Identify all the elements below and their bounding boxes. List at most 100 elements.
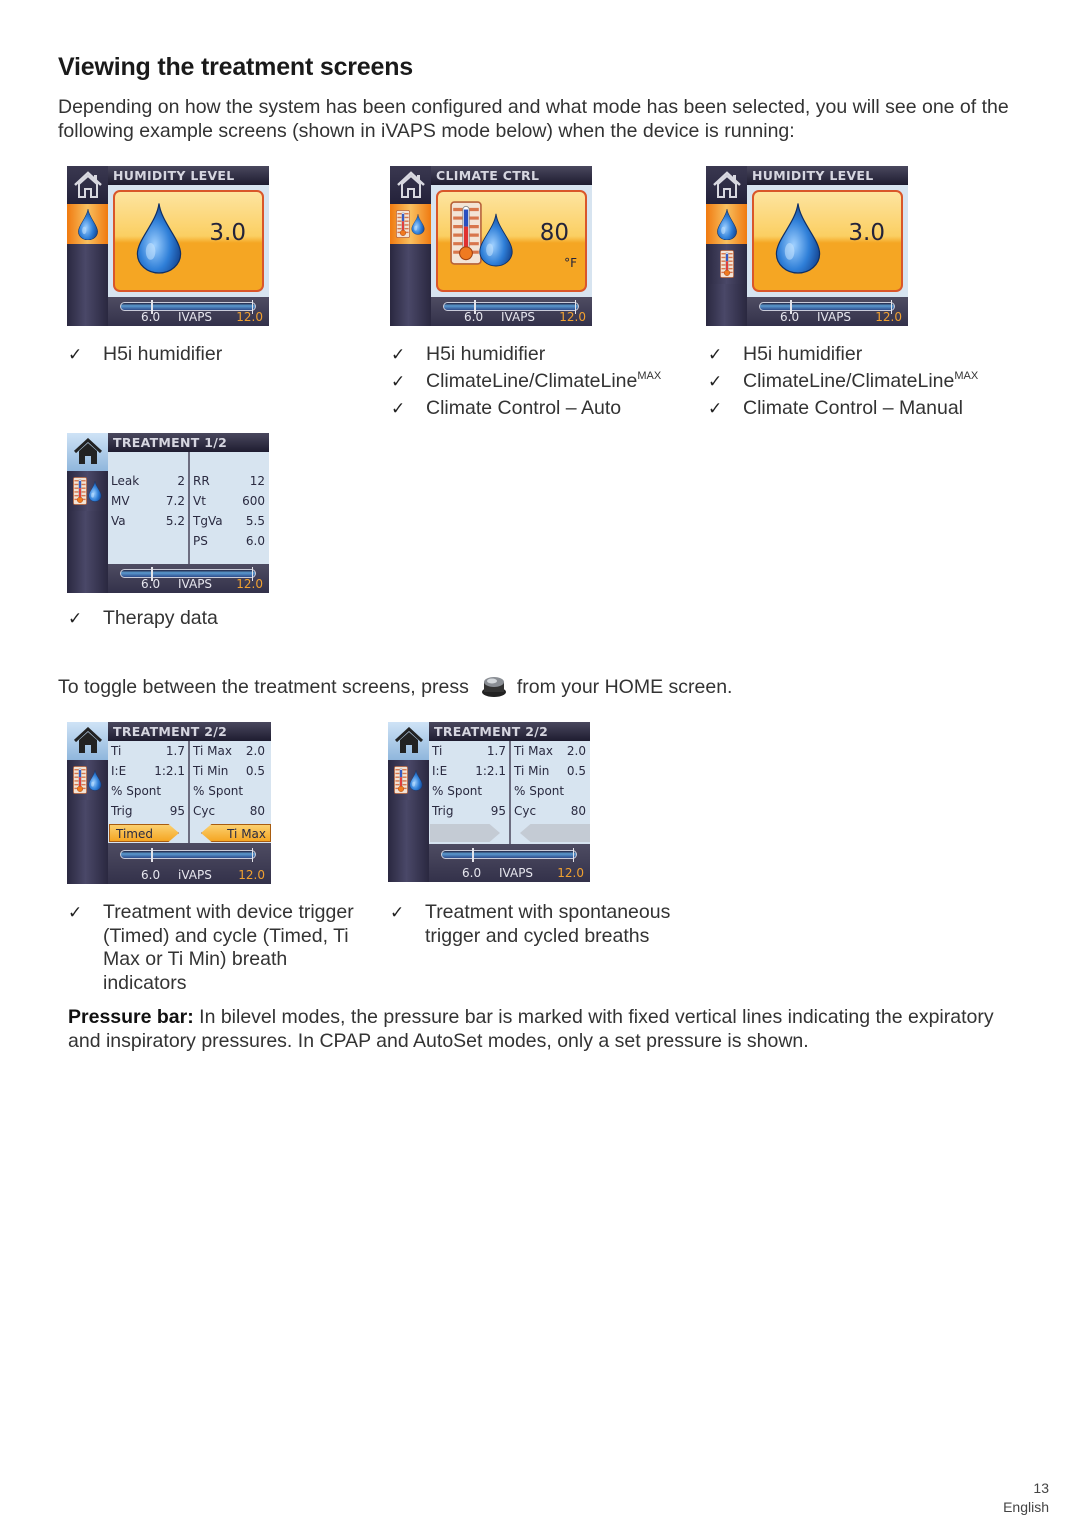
home-icon <box>73 171 103 199</box>
humidity-tab[interactable] <box>67 204 108 244</box>
humidity-tab[interactable] <box>706 204 747 244</box>
treatment-2-spontaneous-screen: TREATMENT 2/2 Ti 1.7 I:E 1:2.1 % Spont Tri… <box>388 722 590 882</box>
climate-tab[interactable] <box>67 471 108 511</box>
temperature-value: 80 <box>539 220 569 246</box>
pressure-high: 12.0 <box>238 868 265 882</box>
thermometer-icon <box>73 476 87 506</box>
treatment-2-timed-screen: TREATMENT 2/2 Ti 1.7 I:E 1:2.1 % Spont Tri… <box>67 722 271 884</box>
mode-label: iVAPS <box>178 868 212 882</box>
humidity-value: 3.0 <box>209 220 246 246</box>
caption-item: ✓ H5i humidifier <box>66 341 222 368</box>
screen-header: HUMIDITY LEVEL <box>108 166 269 185</box>
pressure-footer: 6.0 IVAPS 12.0 <box>108 297 269 326</box>
toggle-instruction: To toggle between the treatment screens,… <box>58 675 733 698</box>
climate-tab[interactable] <box>388 760 429 800</box>
mode-label: IVAPS <box>178 310 213 324</box>
screen-panel: 80 °F <box>431 185 592 297</box>
home-button[interactable] <box>67 722 108 760</box>
data-row: Trig 95 <box>432 804 506 818</box>
data-row: Vt 600 <box>193 494 265 508</box>
pressure-low: 6.0 <box>141 577 161 591</box>
pressure-high: 12.0 <box>875 310 902 324</box>
humidity-level-screen: HUMIDITY LEVEL 3.0 6.0 IVAPS 12.0 <box>67 166 269 326</box>
climate-ctrl-screen: CLIMATE CTRL 80 °F 6.0 IVAPS 12.0 <box>390 166 592 326</box>
intro-paragraph: Depending on how the system has been con… <box>58 96 1009 142</box>
check-icon: ✓ <box>708 345 723 364</box>
home-button[interactable] <box>67 433 108 471</box>
trigger-indicator: Timed <box>109 824 179 842</box>
screen-panel: 3.0 <box>747 185 908 297</box>
water-drop-icon <box>411 213 425 235</box>
data-row: % Spont <box>514 784 565 798</box>
climate-tile[interactable]: 80 °F <box>436 190 587 292</box>
check-icon: ✓ <box>391 345 406 364</box>
climate-tab[interactable] <box>67 760 108 800</box>
page-title: Viewing the treatment screens <box>58 53 413 81</box>
data-row: Cyc 80 <box>514 804 586 818</box>
pressure-low: 6.0 <box>141 310 161 324</box>
check-icon: ✓ <box>391 372 406 391</box>
water-drop-icon <box>88 480 102 502</box>
check-icon: ✓ <box>68 903 83 922</box>
pressure-bar <box>120 848 256 862</box>
climate-tab[interactable] <box>390 204 431 244</box>
check-icon: ✓ <box>708 372 723 391</box>
thermometer-icon <box>720 249 734 279</box>
temperature-unit: °F <box>564 256 577 270</box>
caption-list-1: ✓ H5i humidifier <box>66 341 222 368</box>
pressure-footer: 6.0 iVAPS 12.0 <box>108 843 271 884</box>
check-icon: ✓ <box>391 399 406 418</box>
data-row: Va 5.2 <box>111 514 185 528</box>
home-button[interactable] <box>388 722 429 760</box>
caption-item: ✓ Therapy data <box>66 605 218 632</box>
pressure-low: 6.0 <box>780 310 800 324</box>
caption-list-3: ✓ H5i humidifier ✓ ClimateLine/ClimateLine… <box>706 341 978 422</box>
caption-list-therapy: ✓ Therapy data <box>66 605 218 632</box>
pressure-high: 12.0 <box>559 310 586 324</box>
caption-item: ✓ Treatment with spontaneous trigger and … <box>390 901 671 947</box>
water-drop-icon <box>135 200 183 274</box>
check-icon: ✓ <box>68 609 83 628</box>
mode-label: IVAPS <box>501 310 536 324</box>
note-text: In bilevel modes, the pressure bar is ma… <box>68 1006 994 1052</box>
climate-tab[interactable] <box>706 244 747 284</box>
pressure-footer: 6.0 IVAPS 12.0 <box>747 297 908 326</box>
thermometer-icon <box>396 209 410 239</box>
home-icon <box>712 171 742 199</box>
page-footer: 13 English <box>1003 1479 1049 1517</box>
home-button[interactable] <box>67 166 108 204</box>
caption-item: ✓ Climate Control – Auto <box>389 395 661 422</box>
home-button[interactable] <box>706 166 747 204</box>
home-button[interactable] <box>390 166 431 204</box>
screen-header: HUMIDITY LEVEL <box>747 166 908 185</box>
pressure-low: 6.0 <box>141 868 161 882</box>
note-label: Pressure bar: <box>68 1006 194 1028</box>
home-icon <box>394 727 424 755</box>
pressure-footer: 6.0 IVAPS 12.0 <box>108 564 269 593</box>
caption-item: ✓ Climate Control – Manual <box>706 395 978 422</box>
humidity-tile[interactable]: 3.0 <box>113 190 264 292</box>
data-row: MV 7.2 <box>111 494 185 508</box>
caption-item: ✓ H5i humidifier <box>389 341 661 368</box>
water-drop-icon <box>774 200 822 274</box>
humidity-tile[interactable]: 3.0 <box>752 190 903 292</box>
pressure-footer: 6.0 IVAPS 12.0 <box>431 297 592 326</box>
caption-item: ✓ H5i humidifier <box>706 341 978 368</box>
data-row: Ti Max 2.0 <box>193 744 265 758</box>
pressure-low: 6.0 <box>462 866 482 880</box>
data-row: Ti 1.7 <box>432 744 506 758</box>
therapy-data-grid: Ti 1.7 I:E 1:2.1 % Spont Trig 95 Ti Max 2.0 … <box>108 741 271 853</box>
trigger-indicator <box>430 824 500 842</box>
caption-item: ✓ ClimateLine/ClimateLineMAX <box>389 368 661 395</box>
data-row: % Spont <box>111 784 162 798</box>
home-icon <box>73 727 103 755</box>
therapy-data-grid: Leak 2 MV 7.2 Va 5.2 RR 12 Vt 600 TgVa 5.5 PS 6… <box>108 452 269 564</box>
check-icon: ✓ <box>708 399 723 418</box>
data-row: Ti Min 0.5 <box>193 764 265 778</box>
data-row: TgVa 5.5 <box>193 514 265 528</box>
page-language: English <box>1003 1499 1049 1515</box>
water-drop-icon <box>716 208 738 240</box>
screen-panel: 3.0 <box>108 185 269 297</box>
water-drop-icon <box>478 210 514 268</box>
water-drop-icon <box>409 769 423 791</box>
